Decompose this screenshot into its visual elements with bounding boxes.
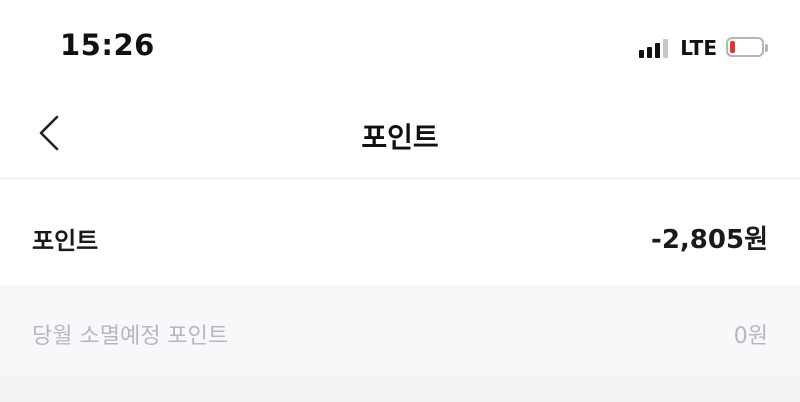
expiring-points-row: 당월 소멸예정 포인트 0원 [0,285,800,377]
points-label: 포인트 [32,227,99,255]
nav-header: 포인트 [0,90,800,179]
signal-bar [647,47,653,58]
expiring-points-label: 당월 소멸예정 포인트 [32,324,229,349]
status-indicators: LTE [639,36,768,60]
battery-icon [726,37,768,59]
signal-bar [655,43,661,58]
bottom-section [0,377,800,402]
signal-bar [663,39,669,58]
battery-level [730,41,735,53]
points-screen: 15:26 LTE 포인트 포인트 -2,805원 당월 소멸예정 포인트 0원 [0,0,800,402]
expiring-points-value: 0원 [733,324,768,349]
network-label: LTE [680,36,717,60]
signal-icon [639,38,669,58]
status-time: 15:26 [60,28,155,62]
points-balance-row: 포인트 -2,805원 [0,179,800,285]
battery-tip [765,44,768,52]
status-bar: 15:26 LTE [0,0,800,90]
signal-bar [639,50,645,58]
page-title: 포인트 [361,121,439,154]
points-value: -2,805원 [651,225,768,255]
